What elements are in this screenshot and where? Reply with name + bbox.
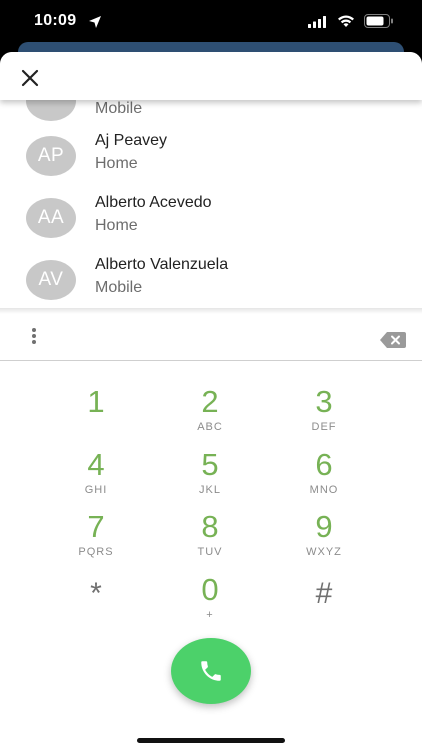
dial-key-9[interactable]: 9 WXYZ — [279, 510, 369, 566]
dial-key-hash[interactable]: # — [279, 573, 369, 629]
dial-key-digit: 9 — [315, 509, 333, 544]
contact-name: Alberto Valenzuela — [95, 256, 229, 273]
dial-key-0[interactable]: 0 + — [165, 573, 255, 629]
dial-key-letters: + — [206, 609, 214, 621]
contact-item[interactable]: AV Alberto Valenzuela Mobile — [0, 256, 422, 312]
contact-suggestion-list: Mobile AP Aj Peavey Home AA Alberto Acev… — [0, 82, 422, 312]
contact-number-type: Mobile — [95, 100, 143, 117]
phone-icon — [201, 661, 221, 681]
dial-key-8[interactable]: 8 TUV — [165, 510, 255, 566]
contact-item[interactable]: AP Aj Peavey Home — [0, 132, 422, 194]
contact-name: Aj Peavey — [95, 132, 168, 149]
dial-key-digit: 6 — [315, 447, 333, 482]
contact-name: Alberto Acevedo — [95, 194, 212, 211]
dial-key-digit: 2 — [201, 384, 219, 419]
backspace-icon[interactable] — [379, 331, 407, 349]
dial-key-digit: 0 — [201, 572, 219, 607]
contact-item[interactable]: AA Alberto Acevedo Home — [0, 194, 422, 256]
dial-key-5[interactable]: 5 JKL — [165, 448, 255, 504]
dial-key-7[interactable]: 7 PQRS — [51, 510, 141, 566]
dial-key-letters: MNO — [309, 484, 339, 496]
contact-avatar: AA — [26, 198, 76, 238]
contact-avatar: AP — [26, 136, 76, 176]
more-options-icon[interactable] — [26, 326, 42, 348]
dial-key-digit: # — [315, 577, 333, 610]
dial-key-digit: 8 — [201, 509, 219, 544]
wifi-icon — [338, 15, 354, 27]
phone-number-field[interactable] — [60, 322, 364, 352]
dial-key-letters: GHI — [84, 484, 108, 496]
call-button[interactable] — [171, 638, 251, 704]
dial-key-digit: 4 — [87, 447, 105, 482]
dial-key-letters: WXYZ — [306, 546, 342, 558]
dial-key-1[interactable]: 1 — [51, 385, 141, 441]
dial-key-letters: DEF — [311, 421, 337, 433]
cellular-signal-icon — [308, 16, 326, 28]
dial-key-6[interactable]: 6 MNO — [279, 448, 369, 504]
contact-avatar: AV — [26, 260, 76, 300]
home-indicator — [137, 738, 285, 743]
contact-number-type: Mobile — [95, 279, 143, 296]
dial-key-digit: 3 — [315, 384, 333, 419]
contact-number-type: Home — [95, 217, 138, 234]
dial-key-letters: ABC — [197, 421, 223, 433]
location-arrow-icon — [89, 16, 101, 28]
dial-key-letters: PQRS — [78, 546, 114, 558]
dial-key-digit: 1 — [87, 384, 105, 419]
dial-key-4[interactable]: 4 GHI — [51, 448, 141, 504]
number-input-row — [0, 314, 422, 361]
sheet-header — [0, 52, 422, 100]
dial-key-digit: 5 — [201, 447, 219, 482]
battery-icon — [364, 14, 393, 28]
close-icon[interactable] — [18, 66, 42, 90]
dial-key-3[interactable]: 3 DEF — [279, 385, 369, 441]
dial-key-star[interactable]: * — [51, 573, 141, 629]
dial-key-letters: TUV — [197, 546, 223, 558]
list-divider — [0, 308, 422, 314]
dial-key-2[interactable]: 2 ABC — [165, 385, 255, 441]
dial-key-digit: * — [90, 577, 102, 610]
dial-key-letters: JKL — [199, 484, 221, 496]
dialer-sheet: Mobile AP Aj Peavey Home AA Alberto Acev… — [0, 52, 422, 750]
status-bar: 10:09 — [0, 0, 422, 44]
dial-key-digit: 7 — [87, 509, 105, 544]
status-time: 10:09 — [34, 12, 77, 29]
contact-number-type: Home — [95, 155, 138, 172]
